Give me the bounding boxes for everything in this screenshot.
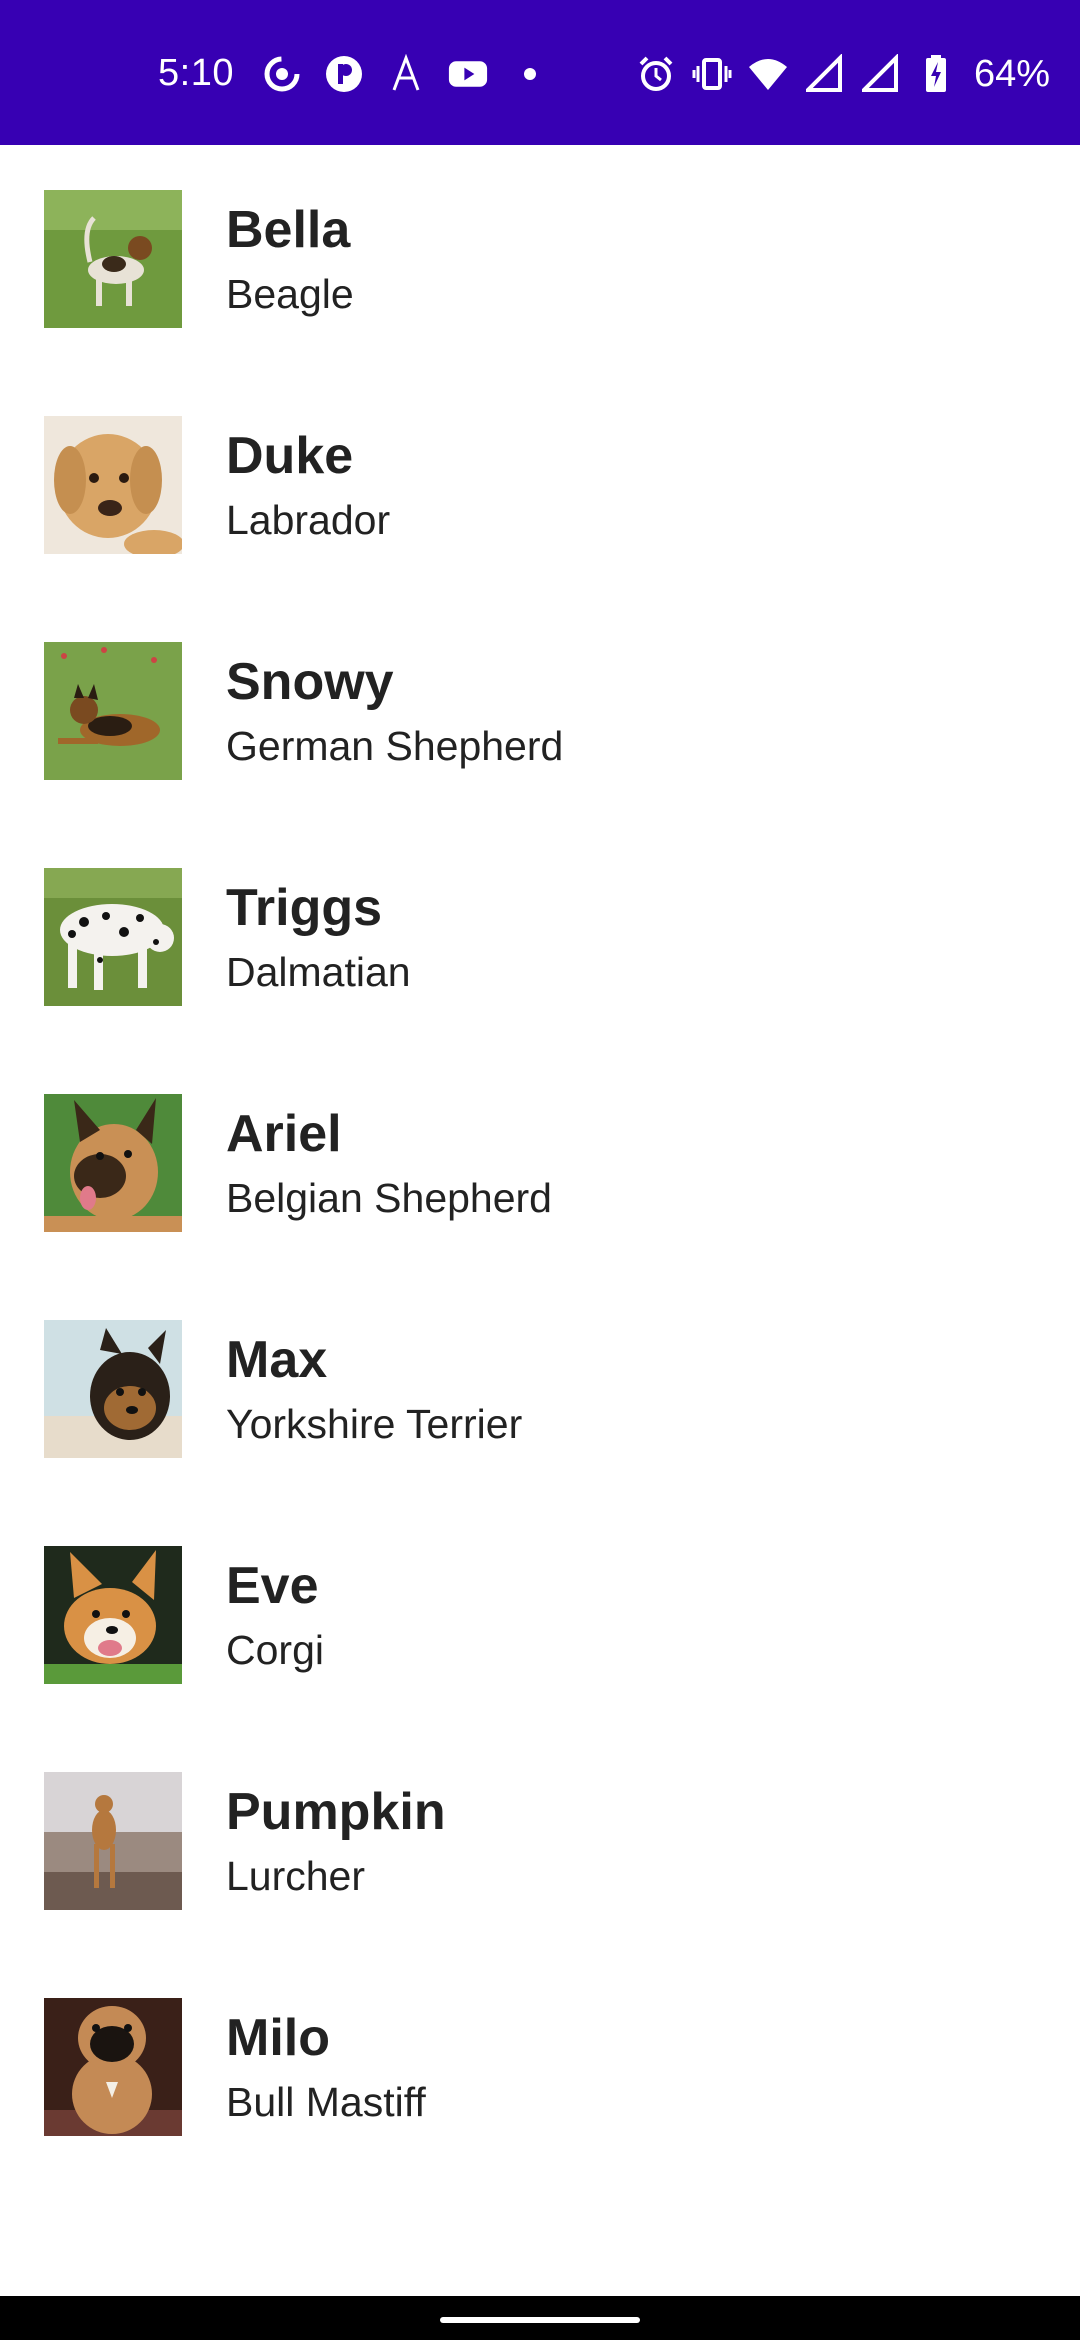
dog-photo [44,1320,182,1458]
font-icon [386,54,426,94]
dog-name: Bella [226,201,351,259]
status-time: 5:10 [158,52,234,94]
dog-breed: Labrador [226,497,391,543]
navigation-bar [0,2296,1080,2340]
dog-name: Pumpkin [226,1783,446,1841]
dog-photo [44,1772,182,1910]
dog-name: Duke [226,427,354,485]
dog-breed: German Shepherd [226,723,564,769]
dog-photo [44,1094,182,1232]
youtube-icon [448,54,488,94]
notification-icon [262,54,302,94]
status-bar: 5:10 64% [0,0,1080,145]
list-item[interactable]: Max Yorkshire Terrier [0,1275,1080,1501]
battery-percent: 64% [974,52,1051,95]
vibrate-icon [692,54,732,94]
dog-name: Milo [226,2009,330,2067]
dog-breed: Beagle [226,271,354,317]
signal-icon [860,54,900,94]
list-item[interactable]: Bella Beagle [0,145,1080,371]
home-gesture-handle[interactable] [440,2317,640,2323]
dog-breed: Yorkshire Terrier [226,1401,523,1447]
dog-breed: Bull Mastiff [226,2079,426,2125]
dog-name: Max [226,1331,328,1389]
dog-photo [44,416,182,554]
notification-icon [324,54,364,94]
dog-breed: Lurcher [226,1853,366,1899]
dog-photo [44,1546,182,1684]
dog-name: Snowy [226,653,394,711]
dog-breed: Belgian Shepherd [226,1175,552,1221]
signal-icon [804,54,844,94]
dot-icon [510,54,550,94]
dog-breed: Dalmatian [226,949,411,995]
dog-photo [44,1998,182,2136]
dog-name: Ariel [226,1105,342,1163]
status-notification-icons [262,52,550,96]
alarm-icon [636,54,676,94]
battery-charging-icon [916,54,956,94]
list-item[interactable]: Snowy German Shepherd [0,597,1080,823]
list-item[interactable]: Triggs Dalmatian [0,823,1080,1049]
dog-name: Triggs [226,879,383,937]
dog-photo [44,868,182,1006]
dog-photo [44,190,182,328]
list-item[interactable]: Eve Corgi [0,1501,1080,1727]
list-item[interactable]: Pumpkin Lurcher [0,1727,1080,1953]
dog-breed: Corgi [226,1627,324,1673]
list-item[interactable]: Duke Labrador [0,371,1080,597]
dog-photo [44,642,182,780]
dog-name: Eve [226,1557,319,1615]
list-item[interactable]: Milo Bull Mastiff [0,1953,1080,2179]
list-item[interactable]: Ariel Belgian Shepherd [0,1049,1080,1275]
app-screen: 5:10 64% Bella Beagle Duke Labrador Snow… [0,0,1080,2340]
status-system-icons: 64% [636,52,1050,96]
wifi-icon [748,54,788,94]
